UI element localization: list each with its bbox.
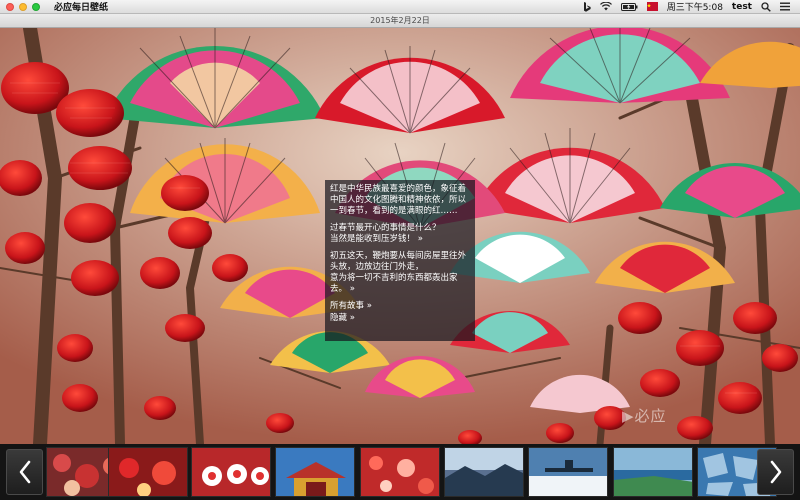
close-window-button[interactable]	[6, 2, 14, 11]
thumbnail-2[interactable]	[108, 447, 188, 497]
story-paragraph-3: 初五这天，鞭炮要从每间房屋里往外头放，边放边往门外走， 意为将一切不吉利的东西都…	[330, 251, 470, 295]
thumbnail-4[interactable]	[275, 447, 355, 497]
window-controls	[6, 2, 40, 11]
all-stories-link[interactable]: 所有故事 »	[330, 301, 470, 312]
previous-button[interactable]	[6, 449, 43, 495]
thumbnail-filmstrip	[0, 444, 800, 500]
chevron-right-icon	[770, 460, 781, 484]
maximize-window-button[interactable]	[32, 2, 40, 11]
search-icon[interactable]	[761, 1, 771, 12]
story-text: 过春节最开心的事情是什么？	[330, 223, 441, 233]
story-text: 当然是能收到压岁钱！	[330, 234, 416, 244]
read-more-link[interactable]: »	[350, 284, 355, 294]
thumbnail-8[interactable]	[613, 447, 693, 497]
hide-story-link[interactable]: 隐藏 »	[330, 313, 470, 324]
minimize-window-button[interactable]	[19, 2, 27, 11]
battery-indicator[interactable]	[620, 2, 638, 11]
thumbnail-7[interactable]	[528, 447, 608, 497]
story-paragraph-1: 红是中华民族最喜爱的颜色，象征着中国人的文化图腾和精神依依，所以一到春节，看到的…	[330, 184, 470, 217]
story-text: 初五这天，鞭炮要从每间房屋里往外头放，边放边往门外走，	[330, 251, 467, 272]
status-area: 周三下午5:08 test	[583, 0, 800, 13]
next-button[interactable]	[757, 449, 794, 495]
story-panel: 红是中华民族最喜爱的颜色，象征着中国人的文化图腾和精神依依，所以一到春节，看到的…	[325, 180, 475, 341]
wifi-icon[interactable]	[599, 2, 612, 11]
clock[interactable]: 周三下午5:08	[667, 0, 723, 13]
all-stories-label: 所有故事	[330, 301, 365, 311]
watermark-text: 必应	[634, 407, 667, 425]
menu-bar: 必应每日壁纸 周三下午5:08 test	[0, 0, 800, 14]
bing-icon[interactable]	[583, 1, 591, 12]
flag-icon[interactable]	[646, 2, 658, 11]
bing-logo-icon: ▶	[622, 407, 635, 425]
chevron-right-icon: »	[366, 301, 372, 311]
thumbnail-3[interactable]	[191, 447, 271, 497]
window-title: 2015年2月22日	[0, 14, 800, 28]
user-name[interactable]: test	[732, 2, 752, 12]
chevron-left-icon	[19, 460, 30, 484]
chevron-right-icon: »	[349, 313, 355, 323]
story-paragraph-2: 过春节最开心的事情是什么？ 当然是能收到压岁钱！ »	[330, 223, 470, 245]
list-icon[interactable]	[780, 2, 790, 11]
thumbnail-6[interactable]	[444, 447, 524, 497]
story-text: 红是中华民族最喜爱的颜色，象征着中国人的文化图腾和精神依依，所以一到春节，看到的…	[330, 184, 467, 216]
bing-watermark: ▶必应	[622, 405, 667, 426]
thumbnail-5[interactable]	[360, 447, 440, 497]
read-more-link[interactable]: »	[418, 234, 423, 244]
battery-icon	[620, 2, 638, 11]
hide-story-label: 隐藏	[330, 313, 348, 323]
app-name[interactable]: 必应每日壁纸	[54, 0, 108, 13]
